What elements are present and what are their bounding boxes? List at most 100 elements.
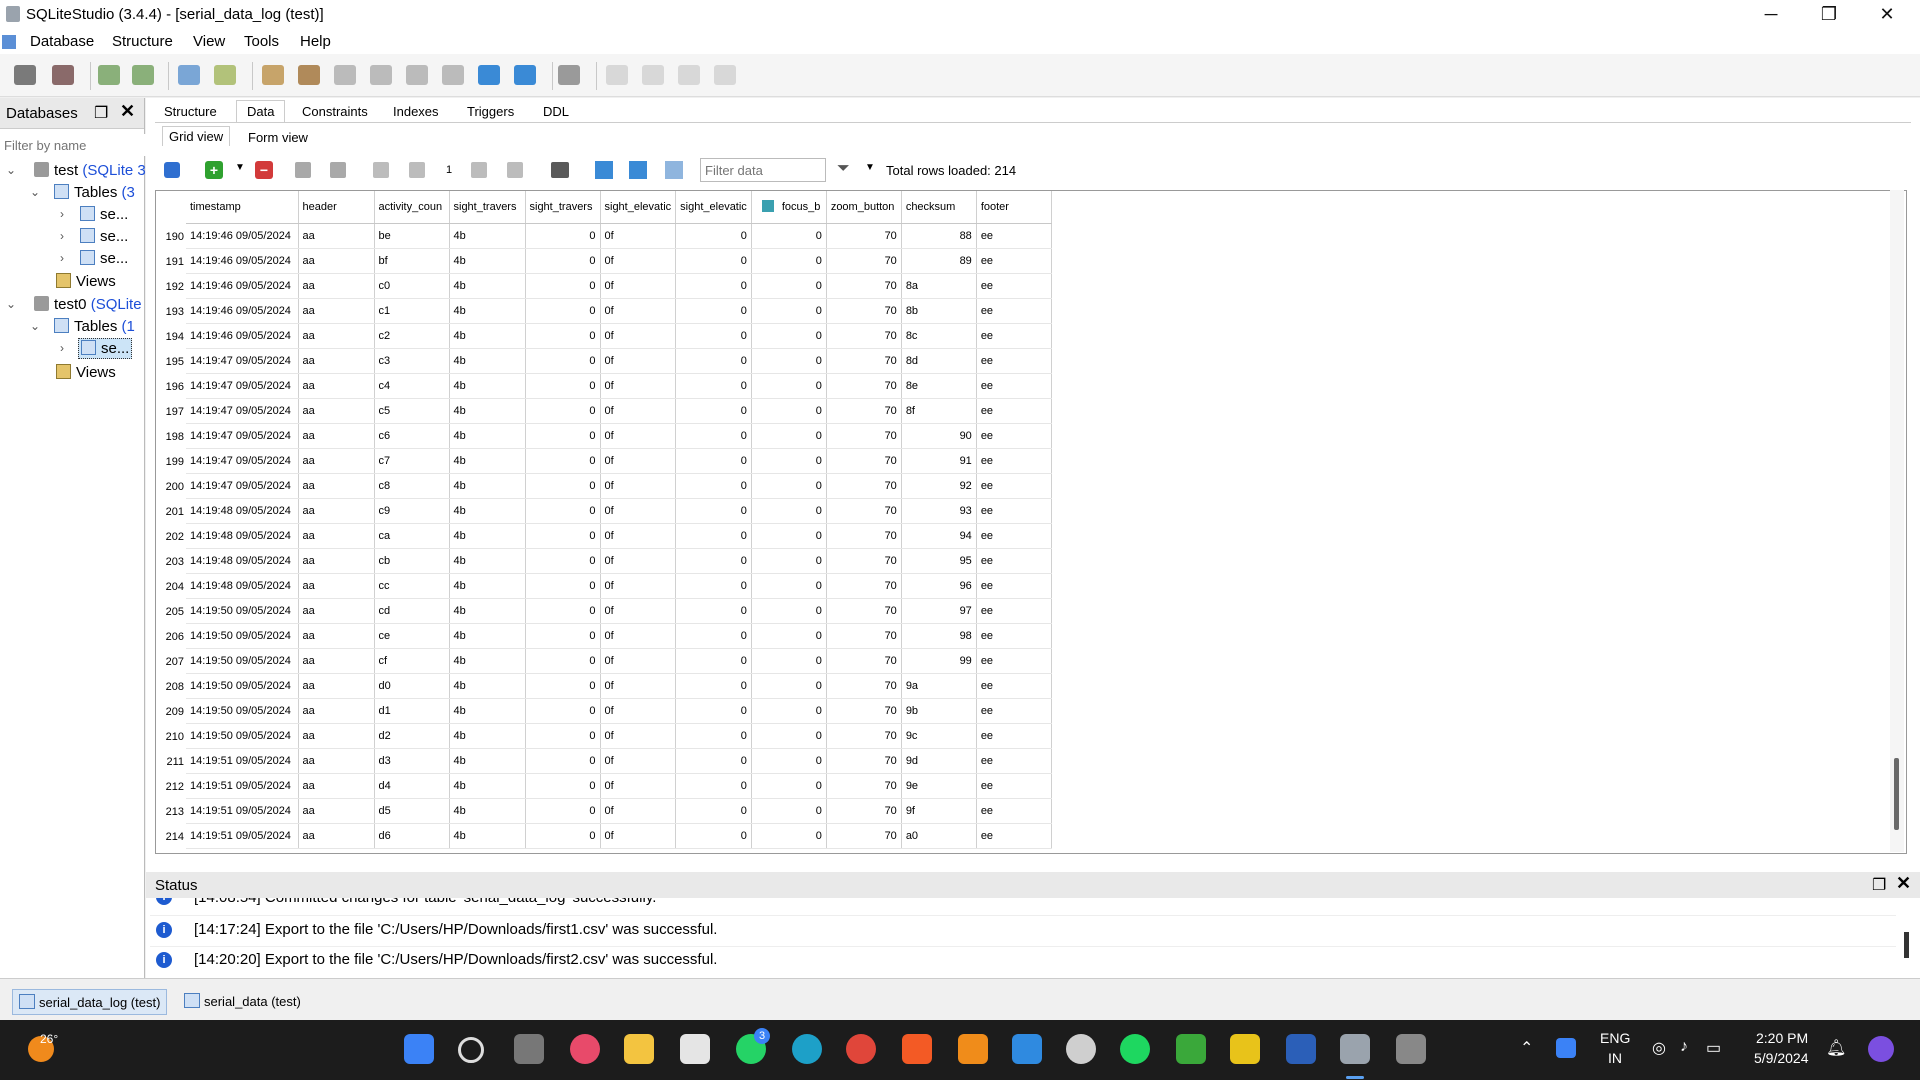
menu-tools[interactable]: Tools: [244, 33, 279, 50]
table-cell[interactable]: 0: [525, 423, 601, 449]
table-cell[interactable]: c1: [374, 298, 450, 324]
table-cell[interactable]: a0: [901, 823, 977, 849]
table-cell[interactable]: 0: [675, 823, 752, 849]
table-cell[interactable]: 0: [751, 523, 827, 549]
scrollbar-thumb[interactable]: [1894, 758, 1899, 830]
table-cell[interactable]: 0: [675, 323, 752, 349]
table-cell[interactable]: c7: [374, 448, 450, 474]
table-cell[interactable]: 0: [675, 723, 752, 749]
table-cell[interactable]: 0: [675, 648, 752, 674]
table-cell[interactable]: 9e: [901, 773, 977, 799]
grid-vertical-scrollbar[interactable]: [1890, 190, 1904, 852]
next-page-icon[interactable]: [471, 162, 487, 178]
table-cell[interactable]: 0: [751, 798, 827, 824]
table-cell[interactable]: aa: [298, 748, 375, 774]
table-row[interactable]: 14:19:51 09/05/2024 aa d3 4b 0 0f 0 0 70 9d ee: [186, 748, 1052, 774]
table-cell[interactable]: c2: [374, 323, 450, 349]
table-cell[interactable]: 4b: [449, 323, 526, 349]
table-cell[interactable]: 90: [901, 423, 977, 449]
delete-row-icon[interactable]: −: [255, 161, 273, 179]
table-cell[interactable]: 0f: [600, 623, 677, 649]
row-number[interactable]: 191: [156, 256, 184, 268]
table-cell[interactable]: 14:19:47 09/05/2024: [186, 448, 299, 474]
table-cell[interactable]: 0f: [600, 823, 677, 849]
table-cell[interactable]: 0: [675, 573, 752, 599]
table-cell[interactable]: 4b: [449, 773, 526, 799]
table-cell[interactable]: 9a: [901, 673, 977, 699]
table-cell[interactable]: 0: [675, 423, 752, 449]
table-cell[interactable]: 4b: [449, 248, 526, 274]
table-cell[interactable]: 0: [751, 548, 827, 574]
table-cell[interactable]: 8a: [901, 273, 977, 299]
table-row[interactable]: 14:19:46 09/05/2024 aa c1 4b 0 0f 0 0 70 8b ee: [186, 298, 1052, 324]
row-number[interactable]: 209: [156, 706, 184, 718]
table-row[interactable]: 14:19:50 09/05/2024 aa d2 4b 0 0f 0 0 70 9c ee: [186, 723, 1052, 749]
table-cell[interactable]: 4b: [449, 473, 526, 499]
table-cell[interactable]: ee: [976, 648, 1052, 674]
row-number[interactable]: 213: [156, 806, 184, 818]
language-code[interactable]: ENG: [1600, 1030, 1630, 1046]
table-cell[interactable]: aa: [298, 773, 375, 799]
table-cell[interactable]: 0: [525, 298, 601, 324]
table-cell[interactable]: 14:19:48 09/05/2024: [186, 548, 299, 574]
close-panel-icon[interactable]: ✕: [120, 101, 135, 122]
vscode-icon[interactable]: [1012, 1034, 1042, 1064]
tab-ddl[interactable]: DDL: [543, 104, 569, 119]
column-header[interactable]: checksum: [901, 191, 977, 224]
edge-icon[interactable]: [792, 1034, 822, 1064]
table-row[interactable]: 14:19:48 09/05/2024 aa cb 4b 0 0f 0 0 70 95 ee: [186, 548, 1052, 574]
table-row[interactable]: 14:19:50 09/05/2024 aa d1 4b 0 0f 0 0 70 9b ee: [186, 698, 1052, 724]
expand-arrow-icon[interactable]: ›: [60, 251, 64, 265]
table-cell[interactable]: 0f: [600, 323, 677, 349]
table-cell[interactable]: 99: [901, 648, 977, 674]
table-cell[interactable]: 0: [675, 773, 752, 799]
table-cell[interactable]: ee: [976, 448, 1052, 474]
tab-triggers[interactable]: Triggers: [467, 104, 514, 119]
subtab-form-view[interactable]: Form view: [248, 130, 308, 145]
table-cell[interactable]: aa: [298, 498, 375, 524]
table-cell[interactable]: 0: [675, 223, 752, 249]
table-cell[interactable]: ee: [976, 273, 1052, 299]
table-cell[interactable]: 70: [826, 573, 902, 599]
table-cell[interactable]: 70: [826, 823, 902, 849]
chatgpt-icon[interactable]: [1066, 1034, 1096, 1064]
insert-row-icon[interactable]: +: [205, 161, 223, 179]
table-cell[interactable]: 0: [675, 673, 752, 699]
row-number[interactable]: 192: [156, 281, 184, 293]
expand-arrow-icon[interactable]: ›: [60, 229, 64, 243]
table-cell[interactable]: 8e: [901, 373, 977, 399]
table-cell[interactable]: 0: [525, 373, 601, 399]
table-cell[interactable]: 0: [675, 498, 752, 524]
table-cell[interactable]: 0: [675, 248, 752, 274]
table-cell[interactable]: ee: [976, 773, 1052, 799]
table-cell[interactable]: 0: [525, 273, 601, 299]
table-cell[interactable]: 0: [525, 498, 601, 524]
table-cell[interactable]: ca: [374, 523, 450, 549]
table-cell[interactable]: aa: [298, 548, 375, 574]
menu-database[interactable]: Database: [30, 33, 94, 50]
row-number[interactable]: 195: [156, 356, 184, 368]
table-cell[interactable]: aa: [298, 298, 375, 324]
table-cell[interactable]: 0: [751, 673, 827, 699]
table-cell[interactable]: 0: [675, 548, 752, 574]
table-cell[interactable]: 0f: [600, 373, 677, 399]
ddl-history-icon[interactable]: [298, 65, 320, 85]
table-cell[interactable]: 0f: [600, 348, 677, 374]
menu-view[interactable]: View: [193, 33, 225, 50]
table-cell[interactable]: ee: [976, 373, 1052, 399]
table-cell[interactable]: ee: [976, 248, 1052, 274]
tab-structure[interactable]: Structure: [164, 104, 217, 119]
table-cell[interactable]: 4b: [449, 423, 526, 449]
table-cell[interactable]: c9: [374, 498, 450, 524]
table-cell[interactable]: 70: [826, 448, 902, 474]
word-icon[interactable]: [1286, 1034, 1316, 1064]
table-cell[interactable]: aa: [298, 823, 375, 849]
table-cell[interactable]: 0f: [600, 773, 677, 799]
row-number[interactable]: 211: [156, 756, 184, 768]
row-number[interactable]: 212: [156, 781, 184, 793]
table-row[interactable]: 14:19:48 09/05/2024 aa cc 4b 0 0f 0 0 70 96 ee: [186, 573, 1052, 599]
table-cell[interactable]: aa: [298, 723, 375, 749]
table-cell[interactable]: 4b: [449, 223, 526, 249]
table-cell[interactable]: 0: [751, 573, 827, 599]
table-cell[interactable]: aa: [298, 248, 375, 274]
